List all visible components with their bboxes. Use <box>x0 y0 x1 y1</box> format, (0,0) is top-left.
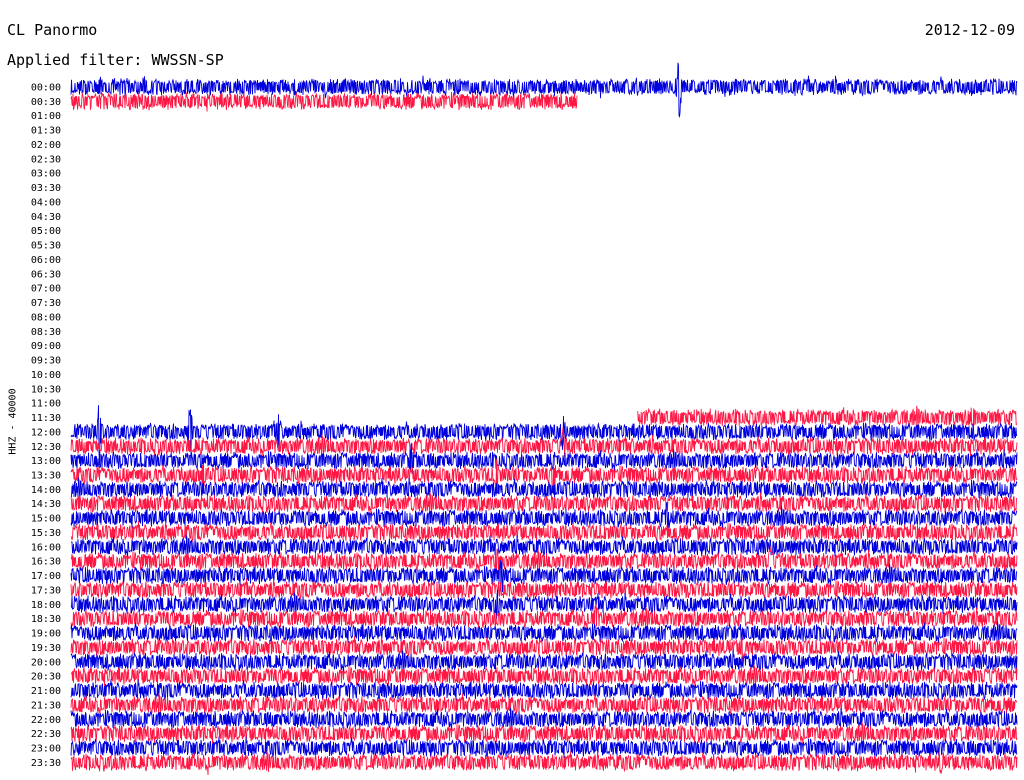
tick-label: 10:00 <box>31 370 61 381</box>
tick-label: 08:30 <box>31 327 61 338</box>
tick-label: 20:00 <box>31 657 61 668</box>
tick-label: 17:00 <box>31 571 61 582</box>
tick-label: 08:00 <box>31 312 61 323</box>
tick-label: 02:30 <box>31 154 61 165</box>
tick-label: 06:00 <box>31 255 61 266</box>
tick-label: 18:30 <box>31 614 61 625</box>
tick-label: 21:30 <box>31 700 61 711</box>
tick-label: 04:30 <box>31 212 61 223</box>
trace-row-39 <box>70 636 1018 662</box>
tick-label: 00:30 <box>31 97 61 108</box>
tick-label: 09:30 <box>31 356 61 367</box>
tick-label: 23:00 <box>31 744 61 755</box>
tick-label: 17:30 <box>31 585 61 596</box>
trace-row-41 <box>70 664 1018 689</box>
tick-label: 14:00 <box>31 485 61 496</box>
trace-row-0 <box>70 62 1018 119</box>
tick-label: 09:00 <box>31 341 61 352</box>
tick-label: 05:30 <box>31 241 61 252</box>
tick-label: 13:00 <box>31 456 61 467</box>
tick-label: 23:30 <box>31 758 61 769</box>
tick-label: 20:30 <box>31 672 61 683</box>
trace-row-1 <box>70 91 578 112</box>
tick-label: 16:30 <box>31 557 61 568</box>
helicorder-chart: 00:00 00:30 01:00 01:30 02:00 02:30 03:00 03:30… <box>31 62 1018 776</box>
traces <box>70 62 1018 776</box>
tick-label: 18:00 <box>31 600 61 611</box>
tick-label: 02:00 <box>31 140 61 151</box>
tick-label: 19:00 <box>31 629 61 640</box>
tick-label: 11:00 <box>31 399 61 410</box>
tick-label: 22:30 <box>31 729 61 740</box>
tick-label: 03:30 <box>31 183 61 194</box>
tick-label: 06:30 <box>31 269 61 280</box>
tick-label: 19:30 <box>31 643 61 654</box>
trace-row-24 <box>70 405 1018 466</box>
tick-label: 07:30 <box>31 298 61 309</box>
tick-label: 11:30 <box>31 413 61 424</box>
tick-label: 01:00 <box>31 111 61 122</box>
tick-label: 15:00 <box>31 514 61 525</box>
tick-label: 01:30 <box>31 126 61 137</box>
tick-label: 16:00 <box>31 542 61 553</box>
tick-label: 13:30 <box>31 470 61 481</box>
tick-label: 15:30 <box>31 528 61 539</box>
tick-label: 14:30 <box>31 499 61 510</box>
tick-label: 12:00 <box>31 427 61 438</box>
tick-label: 10:30 <box>31 384 61 395</box>
tick-label: 03:00 <box>31 169 61 180</box>
tick-labels: 00:00 00:30 01:00 01:30 02:00 02:30 03:00 03:30… <box>31 83 61 769</box>
tick-label: 22:00 <box>31 715 61 726</box>
tick-label: 07:00 <box>31 284 61 295</box>
tick-label: 00:00 <box>31 83 61 94</box>
tick-label: 04:00 <box>31 197 61 208</box>
trace-row-28 <box>70 477 1018 500</box>
tick-label: 12:30 <box>31 442 61 453</box>
trace-row-32 <box>70 535 1018 560</box>
tick-label: 05:00 <box>31 226 61 237</box>
tick-label: 21:00 <box>31 686 61 697</box>
